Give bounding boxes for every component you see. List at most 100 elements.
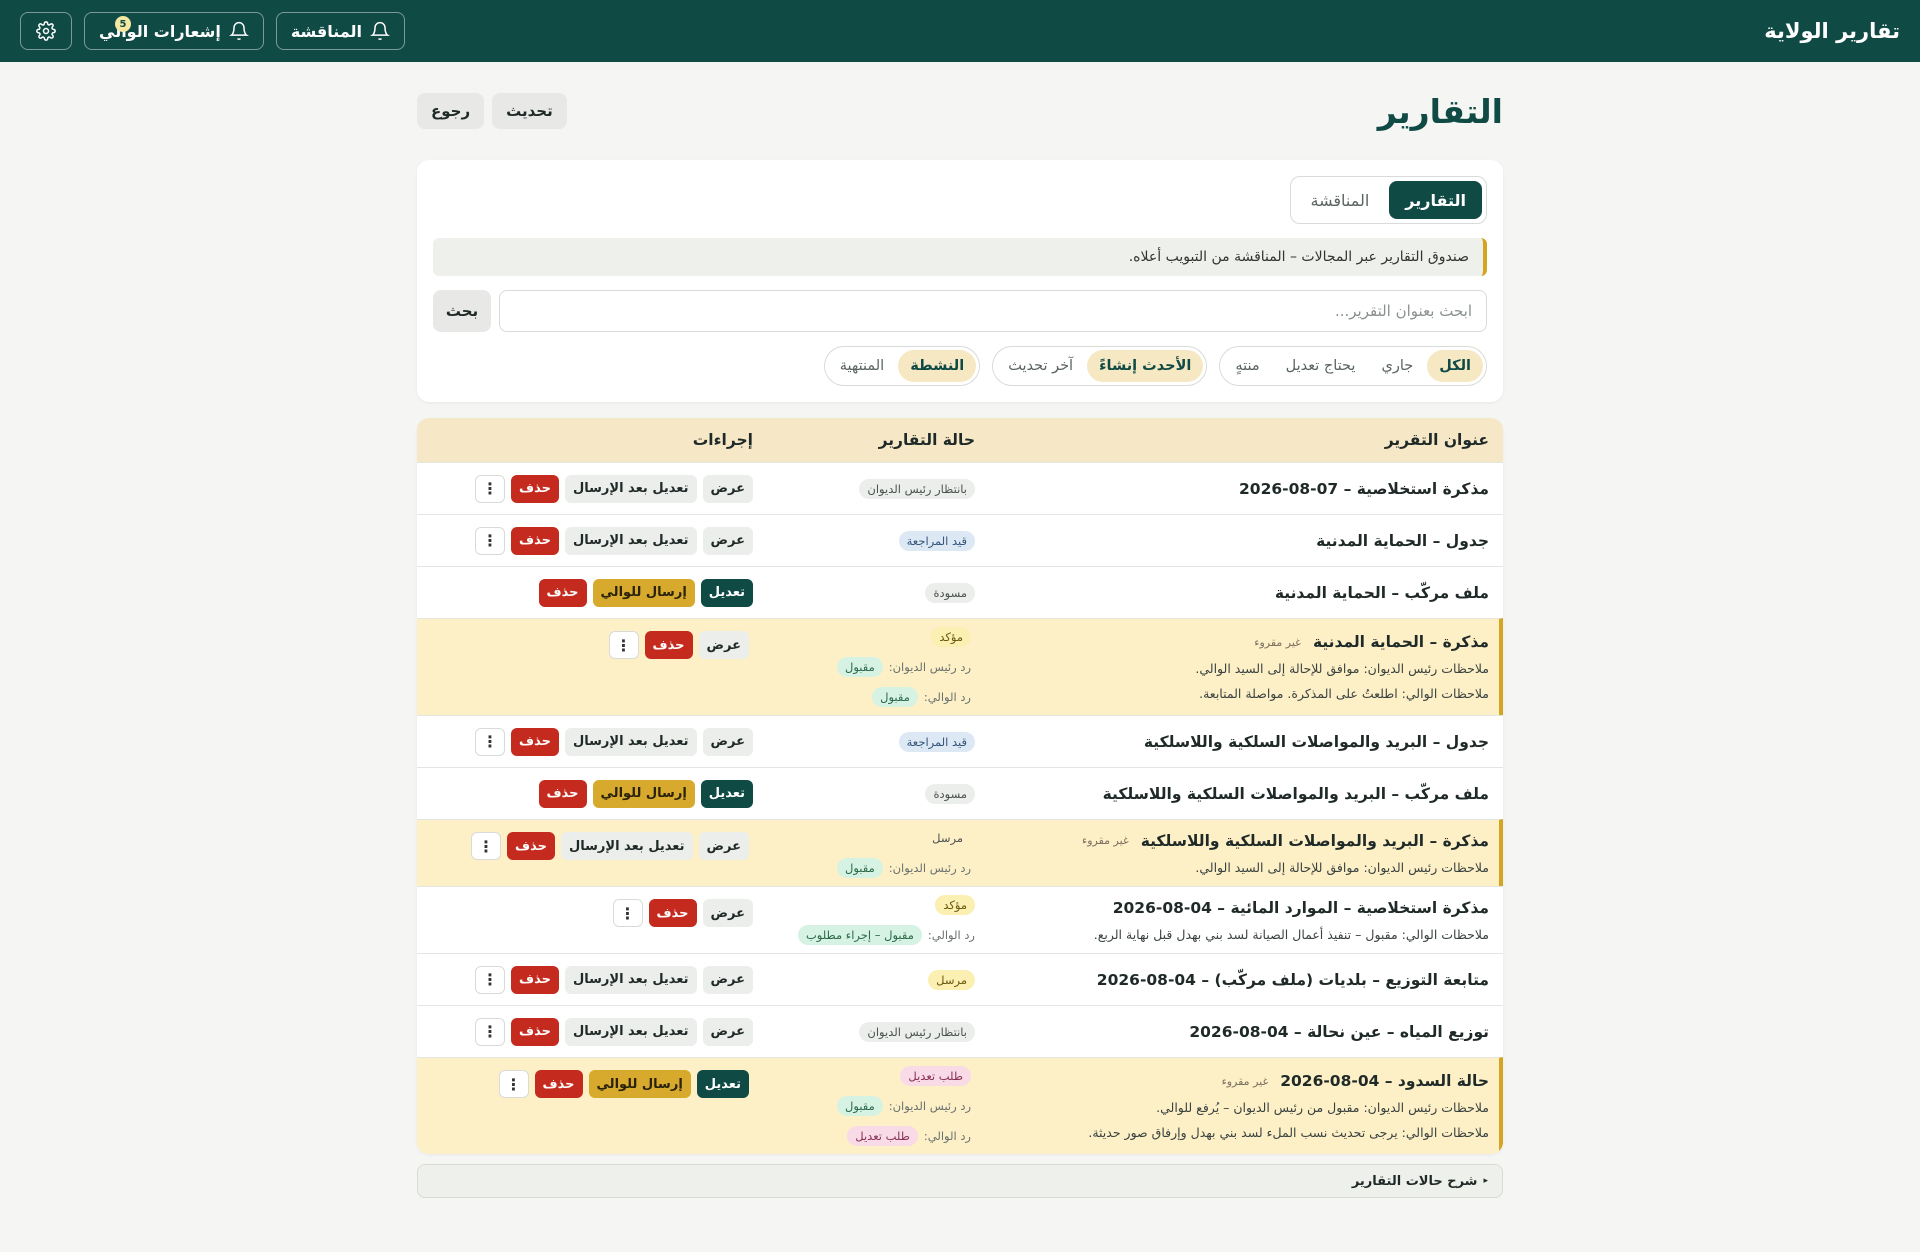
filter-needs-revision[interactable]: يحتاج تعديل [1274,350,1368,382]
row-title-line: ملف مركّب – الحماية المدنية [989,584,1489,602]
edit-after-send-button[interactable]: تعديل بعد الإرسال [564,727,697,756]
send-to-wali-button[interactable]: إرسال للوالي [592,578,695,607]
row-actions-cell: عرض تعديل بعد الإرسال حذف ⋮ [417,515,765,566]
row-status-cell: بانتظار رئيس الديوان [765,463,989,514]
page-header: التقارير رجوع تحديث [417,62,1503,150]
delete-button[interactable]: حذف [506,832,555,860]
table-row: جدول – الحماية المدنية قيد المراجعة عرض تعد… [417,514,1503,566]
view-button[interactable]: عرض [702,965,753,994]
view-button[interactable]: عرض [702,474,753,503]
view-button[interactable]: عرض [698,832,749,860]
row-title-cell: مذكرة – البريد والمواصلات السلكية واللاس… [985,820,1499,886]
more-options-button[interactable]: ⋮ [608,631,639,659]
view-button[interactable]: عرض [698,631,749,659]
settings-button[interactable] [20,12,72,50]
status-legend-toggle[interactable]: ▸ شرح حالات التقارير [417,1164,1503,1198]
back-button[interactable]: رجوع [417,93,485,129]
view-button[interactable]: عرض [702,526,753,555]
send-to-wali-button[interactable]: إرسال للوالي [588,1070,691,1098]
sort-newest[interactable]: الأحدث إنشاءً [1087,350,1204,382]
refresh-button[interactable]: تحديث [492,93,567,129]
report-title[interactable]: مذكرة استخلاصية – الموارد المائية – 04-0… [1113,899,1489,917]
delete-button[interactable]: حذف [648,899,697,927]
delete-button[interactable]: حذف [510,727,559,756]
delete-button[interactable]: حذف [510,965,559,994]
filter-finished[interactable]: منتهٍ [1223,350,1271,382]
more-options-button[interactable]: ⋮ [474,727,505,756]
table-row: حالة السدود – 04-08-2026 غير مقروء ملاحظات… [417,1057,1503,1154]
notifications-button[interactable]: 5 إشعارات الوالي [84,12,264,50]
more-options-button[interactable]: ⋮ [470,832,501,860]
edit-after-send-button[interactable]: تعديل بعد الإرسال [564,965,697,994]
app-title: تقارير الولاية [1764,19,1900,43]
row-actions-cell: عرض تعديل بعد الإرسال حذف ⋮ [417,954,765,1005]
header-buttons: رجوع تحديث [417,93,567,129]
delete-button[interactable]: حذف [534,1070,583,1098]
edit-after-send-button[interactable]: تعديل بعد الإرسال [564,1017,697,1046]
edit-button[interactable]: تعديل [700,779,753,808]
row-note: ملاحظات الوالي: يرجى تحديث نسب الملء لسد… [1088,1125,1489,1140]
delete-button[interactable]: حذف [538,779,587,808]
filter-active[interactable]: النشطة [898,350,977,382]
row-actions-cell: عرض تعديل بعد الإرسال حذف ⋮ [417,1006,765,1057]
edit-button[interactable]: تعديل [696,1070,749,1098]
tab-reports[interactable]: التقارير [1389,181,1482,219]
status-filter-group: الكل جاري يحتاج تعديل منتهٍ [1219,346,1487,386]
view-button[interactable]: عرض [702,1017,753,1046]
report-title[interactable]: متابعة التوزيع – بلديات (ملف مركّب) – 04… [1097,971,1489,989]
delete-button[interactable]: حذف [510,526,559,555]
filter-all[interactable]: الكل [1427,350,1483,382]
row-title-cell: مذكرة استخلاصية – 07-08-2026 [989,463,1503,514]
reply-badge: طلب تعديل [847,1126,918,1146]
row-status-cell: قيد المراجعة [765,716,989,767]
more-options-button[interactable]: ⋮ [474,526,505,555]
more-options-button[interactable]: ⋮ [474,965,505,994]
status-badge: طلب تعديل [900,1066,971,1086]
row-actions-cell: عرض حذف ⋮ [417,887,765,953]
search-input[interactable] [499,290,1487,332]
report-title[interactable]: جدول – البريد والمواصلات السلكية واللاسل… [1144,733,1489,751]
discussion-button[interactable]: المناقشة [275,12,406,50]
edit-button[interactable]: تعديل [700,578,753,607]
status-badge: بانتظار رئيس الديوان [859,1021,975,1042]
report-title[interactable]: مذكرة استخلاصية – 07-08-2026 [1239,480,1489,498]
delete-button[interactable]: حذف [510,1017,559,1046]
report-title[interactable]: ملف مركّب – البريد والمواصلات السلكية وا… [1103,785,1489,803]
delete-button[interactable]: حذف [510,474,559,503]
row-note: ملاحظات الوالي: مقبول – تنفيذ أعمال الصي… [1093,926,1489,942]
search-button[interactable]: بحث [433,290,491,332]
view-button[interactable]: عرض [702,899,753,927]
row-note: ملاحظات رئيس الديوان: موافق للإحالة إلى … [1195,661,1489,676]
row-title-cell: توزيع المياه – عين نحالة – 04-08-2026 [989,1006,1503,1057]
status-badge: قيد المراجعة [898,530,975,551]
row-note: ملاحظات رئيس الديوان: مقبول من رئيس الدي… [1156,1100,1489,1115]
edit-after-send-button[interactable]: تعديل بعد الإرسال [564,474,697,503]
sort-last-updated[interactable]: آخر تحديث [996,350,1085,382]
report-title[interactable]: جدول – الحماية المدنية [1316,532,1489,550]
more-options-button[interactable]: ⋮ [474,474,505,503]
send-to-wali-button[interactable]: إرسال للوالي [592,779,695,808]
filter-ongoing[interactable]: جاري [1369,350,1425,382]
table-row: مذكرة – البريد والمواصلات السلكية واللاس… [417,819,1503,886]
more-options-button[interactable]: ⋮ [612,899,643,927]
table-row: جدول – البريد والمواصلات السلكية واللاسل… [417,715,1503,767]
status-badge: قيد المراجعة [898,731,975,752]
edit-after-send-button[interactable]: تعديل بعد الإرسال [564,526,697,555]
table-row: مذكرة استخلاصية – 07-08-2026 بانتظار رئيس… [417,462,1503,514]
report-title[interactable]: مذكرة – الحماية المدنية [1313,633,1489,651]
filter-ended[interactable]: المنتهية [828,350,896,382]
reply-badge: مقبول – إجراء مطلوب [797,925,922,945]
delete-button[interactable]: حذف [644,631,693,659]
delete-button[interactable]: حذف [538,578,587,607]
report-title[interactable]: ملف مركّب – الحماية المدنية [1275,584,1489,602]
report-title[interactable]: حالة السدود – 04-08-2026 [1280,1072,1489,1090]
report-title[interactable]: مذكرة – البريد والمواصلات السلكية واللاس… [1141,832,1489,850]
status-badge: مؤكد [931,627,971,647]
tab-discussion[interactable]: المناقشة [1295,181,1386,219]
view-button[interactable]: عرض [702,727,753,756]
edit-after-send-button[interactable]: تعديل بعد الإرسال [560,832,693,860]
more-options-button[interactable]: ⋮ [498,1070,529,1098]
page-title: التقارير [1377,91,1503,131]
report-title[interactable]: توزيع المياه – عين نحالة – 04-08-2026 [1189,1023,1489,1041]
more-options-button[interactable]: ⋮ [474,1017,505,1046]
